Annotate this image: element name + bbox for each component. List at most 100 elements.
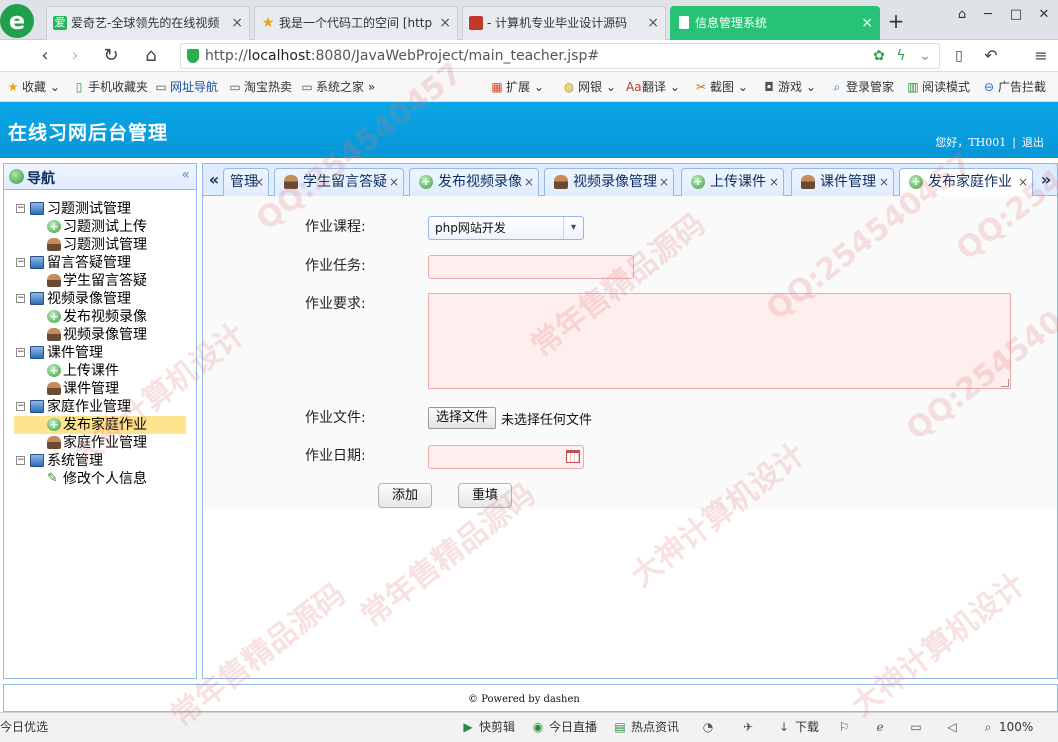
- games-menu[interactable]: ◘ 游戏 ⌄: [762, 72, 816, 102]
- tab-courseware-manage[interactable]: 课件管理 ×: [791, 168, 894, 196]
- ad-block[interactable]: ⊖ 广告拦截: [982, 72, 1046, 102]
- calendar-icon[interactable]: [566, 450, 580, 463]
- tree-item[interactable]: + 上传课件: [4, 362, 194, 380]
- close-icon[interactable]: ×: [389, 169, 399, 195]
- window-close-icon[interactable]: ✕: [1030, 4, 1058, 26]
- phone-icon[interactable]: ▯: [946, 43, 972, 69]
- tab-publish-homework[interactable]: + 发布家庭作业 ×: [899, 168, 1033, 197]
- minimize-icon[interactable]: ─: [974, 4, 1002, 26]
- collapse-toggle-icon[interactable]: −: [16, 402, 25, 411]
- reload-button[interactable]: ↻: [98, 43, 124, 69]
- tree-item[interactable]: 学生留言答疑: [4, 272, 194, 290]
- logout-link[interactable]: 退出: [1022, 136, 1044, 149]
- tree-item[interactable]: + 发布视频录像: [4, 308, 194, 326]
- live-today[interactable]: ◉ 今日直播: [530, 713, 597, 742]
- undo-icon[interactable]: ↶: [978, 43, 1004, 69]
- extensions-menu[interactable]: ▦ 扩展 ⌄: [490, 72, 544, 102]
- close-icon[interactable]: ×: [879, 169, 889, 195]
- translate-menu[interactable]: Aa翻译 ⌄: [626, 72, 680, 102]
- requirement-textarea[interactable]: [428, 293, 1011, 389]
- browser-tab-blog[interactable]: ★ 我是一个代码工的空间 [http ×: [254, 6, 458, 40]
- block-icon: ⊖: [983, 80, 995, 94]
- download-button[interactable]: ↓ 下载: [776, 713, 819, 742]
- close-icon[interactable]: ×: [439, 7, 451, 39]
- tree-group[interactable]: − 家庭作业管理: [4, 398, 194, 416]
- tab-upload-courseware[interactable]: + 上传课件 ×: [681, 168, 784, 196]
- screenshot-menu[interactable]: ✂ 截图 ⌄: [694, 72, 748, 102]
- tree-group[interactable]: − 视频录像管理: [4, 290, 194, 308]
- bookmark-favorites[interactable]: ★ 收藏 ⌄: [6, 72, 60, 102]
- bookmark-mobile[interactable]: ▯ 手机收藏夹: [72, 72, 148, 102]
- speed-icon[interactable]: ◔: [700, 713, 719, 742]
- bookmark-nav[interactable]: ▭ 网址导航: [154, 72, 218, 102]
- forward-button[interactable]: ›: [62, 43, 88, 69]
- tab-scroll-left-icon[interactable]: «: [205, 168, 223, 194]
- reset-button[interactable]: 重填: [458, 483, 512, 508]
- leaf-icon[interactable]: ✿: [868, 43, 890, 69]
- tree-item[interactable]: 视频录像管理: [4, 326, 194, 344]
- flag-icon[interactable]: ⚐: [836, 713, 855, 742]
- sound-icon[interactable]: ◁: [944, 713, 963, 742]
- course-select[interactable]: php网站开发 ▾: [428, 216, 584, 240]
- tree-group[interactable]: − 系统管理: [4, 452, 194, 470]
- collapse-toggle-icon[interactable]: −: [16, 294, 25, 303]
- menu-icon[interactable]: ≡: [1028, 43, 1054, 69]
- login-manager[interactable]: ⌕ 登录管家: [830, 72, 894, 102]
- pin-icon[interactable]: ✈: [740, 713, 759, 742]
- new-tab-button[interactable]: +: [884, 6, 908, 36]
- close-icon[interactable]: ×: [231, 7, 243, 39]
- date-input[interactable]: [428, 445, 584, 469]
- bookmark-taobao[interactable]: ▭ 淘宝热卖: [228, 72, 292, 102]
- date-label: 作业日期:: [305, 448, 366, 464]
- tree-group[interactable]: − 习题测试管理: [4, 200, 194, 218]
- bolt-icon[interactable]: ϟ: [890, 43, 912, 69]
- reading-mode[interactable]: ▥ 阅读模式: [906, 72, 970, 102]
- tab-scroll-right-icon[interactable]: »: [1037, 168, 1055, 194]
- quick-edit[interactable]: ▶ 快剪辑: [460, 713, 515, 742]
- tab-manage[interactable]: 管理 ×: [223, 168, 269, 196]
- skin-icon[interactable]: ⌂: [948, 4, 976, 26]
- dropdown-icon[interactable]: ⌄: [914, 43, 936, 69]
- banking-menu[interactable]: ◍ 网银 ⌄: [562, 72, 616, 102]
- browser-tab-current[interactable]: 信息管理系统 ×: [670, 6, 880, 40]
- browser-tab-source[interactable]: - 计算机专业毕业设计源码 ×: [462, 6, 666, 40]
- collapse-icon[interactable]: «: [181, 167, 190, 183]
- url-input[interactable]: http://localhost:8080/JavaWebProject/mai…: [180, 43, 940, 69]
- ie-icon[interactable]: ℯ: [872, 713, 891, 742]
- tree-item[interactable]: + 发布家庭作业: [4, 416, 194, 434]
- tree-group[interactable]: − 留言答疑管理: [4, 254, 194, 272]
- choose-file-button[interactable]: 选择文件: [428, 407, 496, 429]
- close-icon[interactable]: ×: [861, 7, 873, 39]
- daily-picks[interactable]: 今日优选: [0, 713, 48, 742]
- browser-tab-iqiyi[interactable]: 爱 爱奇艺-全球领先的在线视频 ×: [46, 6, 250, 40]
- tree-item[interactable]: + 习题测试上传: [4, 218, 194, 236]
- close-icon[interactable]: ×: [524, 169, 534, 195]
- close-icon[interactable]: ×: [254, 169, 264, 195]
- collapse-toggle-icon[interactable]: −: [16, 348, 25, 357]
- hot-news[interactable]: ▤ 热点资讯: [612, 713, 679, 742]
- collapse-toggle-icon[interactable]: −: [16, 204, 25, 213]
- tab-video-manage[interactable]: 视频录像管理 ×: [544, 168, 674, 196]
- collapse-toggle-icon[interactable]: −: [16, 456, 25, 465]
- resize-grip-icon[interactable]: [1001, 379, 1009, 387]
- home-button[interactable]: ⌂: [138, 43, 164, 69]
- back-button[interactable]: ‹: [32, 43, 58, 69]
- close-icon[interactable]: ×: [769, 169, 779, 195]
- close-icon[interactable]: ×: [659, 169, 669, 195]
- add-button[interactable]: 添加: [378, 483, 432, 508]
- tree-group[interactable]: − 课件管理: [4, 344, 194, 362]
- close-icon[interactable]: ×: [1018, 169, 1028, 195]
- tree-item[interactable]: 习题测试管理: [4, 236, 194, 254]
- maximize-icon[interactable]: □: [1002, 4, 1030, 26]
- tree-item[interactable]: 课件管理: [4, 380, 194, 398]
- window-icon[interactable]: ▭: [908, 713, 927, 742]
- tab-publish-video[interactable]: + 发布视频录像 ×: [409, 168, 539, 196]
- task-input[interactable]: [428, 255, 634, 279]
- collapse-toggle-icon[interactable]: −: [16, 258, 25, 267]
- tree-item[interactable]: 家庭作业管理: [4, 434, 194, 452]
- close-icon[interactable]: ×: [647, 7, 659, 39]
- tab-student-messages[interactable]: 学生留言答疑 ×: [274, 168, 404, 196]
- zoom-level[interactable]: ⌕ 100%: [980, 713, 1034, 742]
- tree-item[interactable]: ✎ 修改个人信息: [4, 470, 194, 488]
- bookmark-system[interactable]: ▭ 系统之家 »: [300, 72, 375, 102]
